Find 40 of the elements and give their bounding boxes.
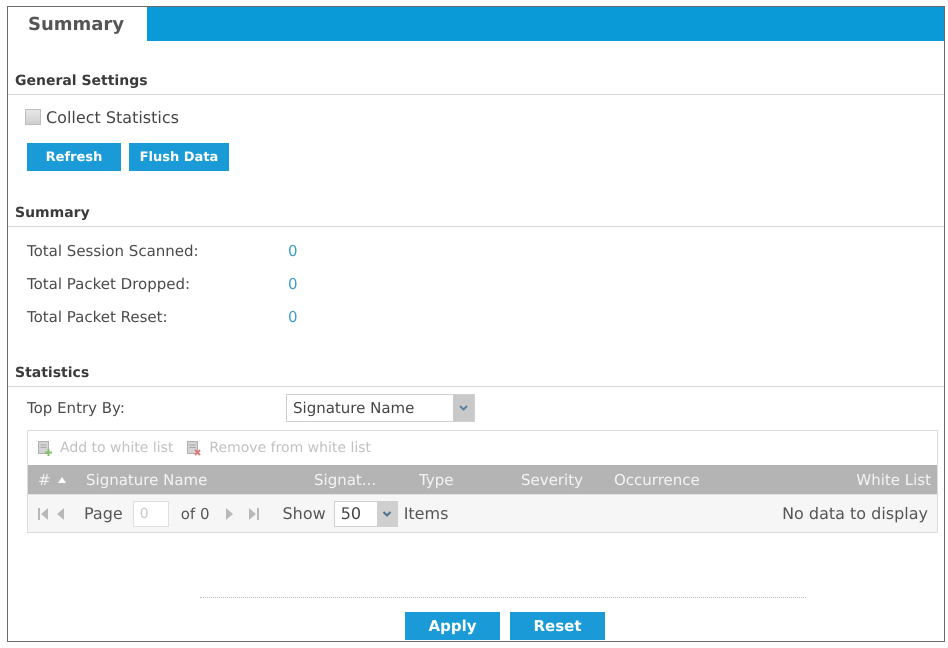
section-heading: Summary [15, 205, 90, 221]
status-text: No data to display [782, 504, 928, 523]
form-button[interactable]: Apply [405, 612, 500, 640]
stat-value: 0 [288, 274, 298, 292]
stat-label: Total Session Scanned: [27, 242, 200, 260]
column-header[interactable]: White List [781, 470, 931, 488]
page-size-select[interactable]: 50 [334, 500, 398, 526]
remove-document-icon [187, 440, 202, 456]
pager-label: Show [282, 504, 326, 523]
column-header[interactable]: Severity [521, 470, 614, 488]
stat-label: Total Packet Dropped: [27, 274, 192, 292]
dropdown-select[interactable]: Signature Name [286, 394, 475, 422]
pager-label: of 0 [180, 504, 210, 522]
stat-label: Total Packet Reset: [27, 308, 169, 326]
pager-label: Page [84, 504, 123, 523]
checkbox-label: Collect Statistics [46, 108, 179, 126]
action-button[interactable]: Refresh [27, 143, 121, 171]
section-heading: Statistics [15, 365, 90, 381]
section-heading: General Settings [15, 73, 148, 89]
stat-value: 0 [288, 242, 298, 260]
checkbox[interactable] [25, 109, 41, 125]
column-header[interactable]: Occurrence [614, 470, 781, 488]
tab[interactable]: Summary [8, 7, 147, 41]
first-page-icon[interactable] [38, 508, 48, 520]
chevron-down-icon [453, 395, 474, 421]
sort-up-icon [58, 476, 66, 482]
last-page-icon[interactable] [248, 508, 259, 520]
action-button[interactable]: Flush Data [129, 143, 229, 171]
pager-label: Items [404, 504, 448, 523]
column-header[interactable]: Signature Name [86, 470, 314, 488]
field-label: Top Entry By: [27, 399, 126, 417]
column-header[interactable]: Signat... [314, 470, 419, 488]
chevron-down-icon [376, 502, 397, 526]
column-header[interactable]: Type [419, 470, 521, 488]
previous-page-icon[interactable] [57, 508, 64, 520]
next-page-icon[interactable] [226, 508, 233, 520]
column-header[interactable]: # [38, 470, 86, 488]
add-document-icon [38, 440, 52, 456]
form-button[interactable]: Reset [510, 612, 605, 640]
stat-value: 0 [288, 308, 298, 326]
